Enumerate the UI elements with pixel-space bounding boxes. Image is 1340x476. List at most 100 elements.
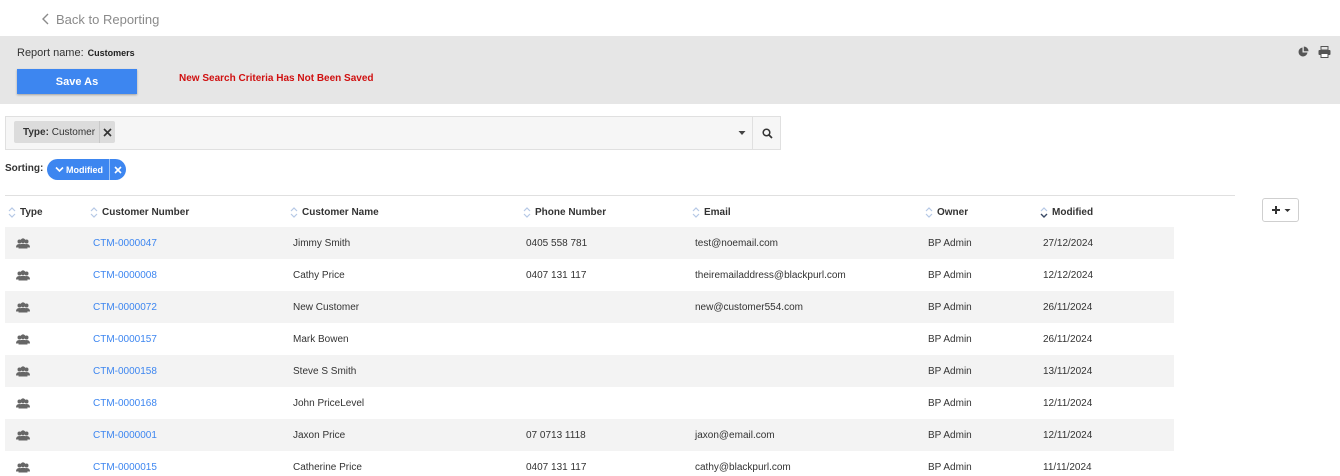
- owner-cell: BP Admin: [928, 461, 972, 473]
- modified-cell: 13/11/2024: [1043, 365, 1093, 377]
- phone-cell: 0407 131 117: [526, 461, 587, 473]
- sort-icon: [90, 206, 98, 218]
- column-header-label: Email: [704, 206, 731, 218]
- modified-cell: 12/11/2024: [1043, 397, 1093, 409]
- customer-number-link[interactable]: CTM-0000157: [93, 323, 157, 355]
- customer-name-cell: Jimmy Smith: [293, 237, 351, 249]
- users-icon: [16, 397, 30, 408]
- column-header-email[interactable]: Email: [692, 204, 731, 220]
- customer-number-link[interactable]: CTM-0000158: [93, 355, 157, 387]
- printer-icon[interactable]: [1318, 46, 1331, 58]
- users-icon: [16, 237, 30, 248]
- filter-chip-type: Type: Customer: [14, 121, 116, 143]
- filter-chip-key: Type:: [23, 126, 49, 138]
- unsaved-warning: New Search Criteria Has Not Been Saved: [179, 73, 374, 84]
- modified-cell: 11/11/2024: [1043, 461, 1092, 473]
- customer-number-link[interactable]: CTM-0000072: [93, 291, 157, 323]
- column-header-label: Modified: [1052, 206, 1094, 218]
- owner-cell: BP Admin: [928, 429, 972, 441]
- column-header-customer-number[interactable]: Customer Number: [90, 204, 189, 220]
- sort-chip-label[interactable]: Modified: [47, 165, 109, 175]
- pie-chart-icon[interactable]: [1297, 46, 1309, 58]
- row-type-cell: [16, 387, 30, 419]
- table-row[interactable]: CTM-0000047 Jimmy Smith 0405 558 781 tes…: [5, 227, 1174, 259]
- customer-number-link[interactable]: CTM-0000047: [93, 227, 157, 259]
- report-toolbar: Report name: Customers Save As New Search…: [0, 36, 1340, 104]
- email-cell: theiremailaddress@blackpurl.com: [695, 269, 846, 281]
- owner-cell: BP Admin: [928, 269, 972, 281]
- column-header-customer-name[interactable]: Customer Name: [290, 204, 379, 220]
- column-header-modified[interactable]: Modified: [1040, 204, 1093, 220]
- chevron-left-icon: [42, 13, 49, 25]
- table-row[interactable]: CTM-0000015 Catherine Price 0407 131 117…: [5, 451, 1174, 476]
- table-row[interactable]: CTM-0000158 Steve S Smith BP Admin 13/11…: [5, 355, 1174, 387]
- customer-name-cell: Jaxon Price: [293, 429, 346, 441]
- customer-number-link[interactable]: CTM-0000001: [93, 419, 157, 451]
- column-header-label: Customer Number: [102, 206, 190, 218]
- report-name-label: Report name:: [17, 47, 84, 59]
- filter-chip-label: Type: Customer: [14, 127, 99, 138]
- row-type-cell: [16, 323, 30, 355]
- filter-input-box[interactable]: Type: Customer: [5, 116, 781, 150]
- customer-name-cell: John PriceLevel: [293, 397, 365, 409]
- row-type-cell: [16, 451, 30, 476]
- phone-cell: 0405 558 781: [526, 237, 588, 249]
- column-header-type[interactable]: Type: [8, 204, 43, 220]
- users-icon: [16, 461, 30, 472]
- column-header-owner[interactable]: Owner: [925, 204, 968, 220]
- row-type-cell: [16, 419, 30, 451]
- filter-chip-value: Customer: [51, 126, 96, 138]
- column-header-label: Customer Name: [302, 206, 379, 218]
- row-type-cell: [16, 227, 30, 259]
- table-row[interactable]: CTM-0000168 John PriceLevel BP Admin 12/…: [5, 387, 1174, 419]
- add-column-button[interactable]: [1262, 198, 1299, 222]
- users-icon: [16, 429, 30, 440]
- users-icon: [16, 269, 30, 280]
- sort-icon: [1040, 206, 1048, 218]
- search-button[interactable]: [752, 117, 781, 149]
- customer-name-cell: New Customer: [293, 301, 360, 313]
- modified-cell: 12/11/2024: [1043, 429, 1093, 441]
- users-icon: [16, 301, 30, 312]
- table-row[interactable]: CTM-0000072 New Customer new@customer554…: [5, 291, 1174, 323]
- users-icon: [16, 365, 30, 376]
- owner-cell: BP Admin: [928, 301, 972, 313]
- report-name-value: Customers: [87, 48, 135, 58]
- row-type-cell: [16, 291, 30, 323]
- owner-cell: BP Admin: [928, 397, 972, 409]
- save-as-button[interactable]: Save As: [17, 69, 137, 94]
- modified-cell: 12/12/2024: [1043, 269, 1094, 281]
- customer-number-link[interactable]: CTM-0000168: [93, 387, 157, 419]
- close-icon: [103, 127, 112, 137]
- email-cell: new@customer554.com: [695, 301, 803, 313]
- row-type-cell: [16, 259, 30, 291]
- modified-cell: 27/12/2024: [1043, 237, 1094, 249]
- remove-filter-button[interactable]: [99, 121, 115, 143]
- email-cell: test@noemail.com: [695, 237, 778, 249]
- customer-name-cell: Cathy Price: [293, 269, 345, 281]
- email-cell: cathy@blackpurl.com: [695, 461, 791, 473]
- table-row[interactable]: CTM-0000157 Mark Bowen BP Admin 26/11/20…: [5, 323, 1174, 355]
- caret-down-icon: [1284, 208, 1290, 212]
- customer-name-cell: Catherine Price: [293, 461, 362, 473]
- owner-cell: BP Admin: [928, 333, 972, 345]
- table-row[interactable]: CTM-0000008 Cathy Price 0407 131 117 the…: [5, 259, 1174, 291]
- sort-icon: [523, 206, 531, 218]
- column-header-phone-number[interactable]: Phone Number: [523, 204, 606, 220]
- modified-cell: 26/11/2024: [1043, 333, 1093, 345]
- column-header-label: Owner: [937, 206, 969, 218]
- close-icon: [114, 165, 122, 174]
- back-link-label: Back to Reporting: [56, 11, 160, 27]
- customer-name-cell: Mark Bowen: [293, 333, 349, 345]
- customer-number-link[interactable]: CTM-0000015: [93, 451, 157, 476]
- plus-icon: [1271, 206, 1280, 214]
- column-header-label: Phone Number: [535, 206, 607, 218]
- remove-sort-button[interactable]: [109, 159, 126, 180]
- chevron-down-icon: [55, 166, 64, 173]
- owner-cell: BP Admin: [928, 237, 972, 249]
- back-to-reporting-link[interactable]: Back to Reporting: [40, 9, 159, 29]
- customer-number-link[interactable]: CTM-0000008: [93, 259, 157, 291]
- table-row[interactable]: CTM-0000001 Jaxon Price 07 0713 1118 jax…: [5, 419, 1174, 451]
- sort-chip-modified[interactable]: Modified: [47, 159, 126, 180]
- caret-down-icon[interactable]: [737, 129, 747, 137]
